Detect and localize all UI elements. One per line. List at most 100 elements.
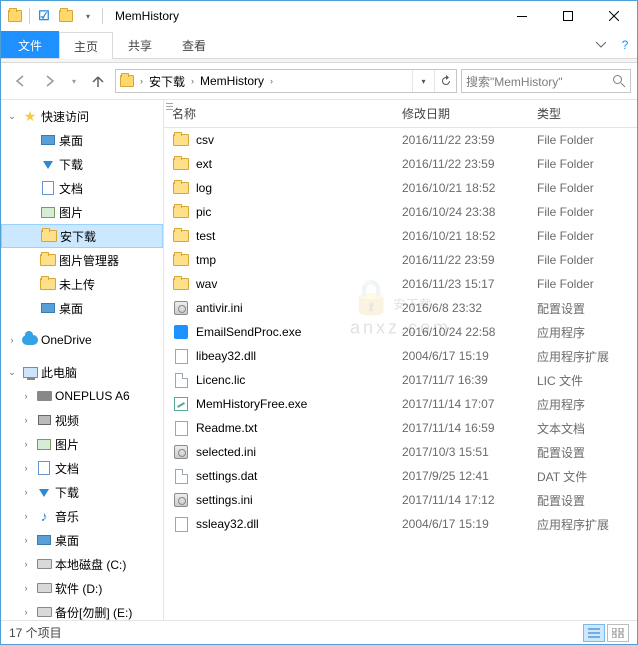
file-type: 应用程序 [529,324,637,341]
title-bar: ☑ ▾ MemHistory [1,1,637,31]
tree-oneplus[interactable]: ›ONEPLUS A6 [1,384,163,408]
folder-icon[interactable] [7,8,23,24]
tree-quick-access[interactable]: ⌄★快速访问 [1,104,163,128]
file-type: LIC 文件 [529,372,637,389]
file-type: 文本文档 [529,420,637,437]
file-name: log [196,181,212,195]
file-icon [172,371,190,389]
tab-home[interactable]: 主页 [59,32,113,59]
maximize-button[interactable] [545,1,591,31]
search-icon [612,74,626,88]
chevron-right-icon[interactable]: › [138,76,145,86]
file-row[interactable]: pic2016/10/24 23:38File Folder [164,200,637,224]
file-icon [172,443,190,461]
address-dropdown[interactable]: ▾ [412,70,434,92]
tree-documents[interactable]: 文档 [1,176,163,200]
tree-video[interactable]: ›视频 [1,408,163,432]
breadcrumb-item[interactable]: MemHistory [196,70,268,92]
dropdown-icon[interactable]: ▾ [80,8,96,24]
file-type: 配置设置 [529,492,637,509]
icons-view-button[interactable] [607,624,629,642]
address-bar[interactable]: › 安下载 › MemHistory › ▾ [115,69,457,93]
file-row[interactable]: settings.ini2017/11/14 17:12配置设置 [164,488,637,512]
tree-pictures[interactable]: 图片 [1,200,163,224]
file-date: 2017/11/7 16:39 [394,373,529,387]
tree-c-drive[interactable]: ›本地磁盘 (C:) [1,552,163,576]
tree-desktop3[interactable]: ›桌面 [1,528,163,552]
file-type: 应用程序 [529,396,637,413]
file-row[interactable]: tmp2016/11/22 23:59File Folder [164,248,637,272]
file-name: pic [196,205,211,219]
arrow-up-icon [91,74,105,88]
refresh-button[interactable] [434,70,456,92]
file-row[interactable]: wav2016/11/23 15:17File Folder [164,272,637,296]
minimize-icon [517,16,527,17]
file-name: libeay32.dll [196,349,256,363]
column-date[interactable]: 修改日期 [394,100,529,127]
column-name[interactable]: 名称 [164,100,394,127]
file-row[interactable]: EmailSendProc.exe2016/10/24 22:58应用程序 [164,320,637,344]
details-view-button[interactable] [583,624,605,642]
column-type[interactable]: 类型 [529,100,637,127]
tree-noupload[interactable]: 未上传 [1,272,163,296]
file-row[interactable]: ext2016/11/22 23:59File Folder [164,152,637,176]
tree-desktop2[interactable]: 桌面 [1,296,163,320]
close-button[interactable] [591,1,637,31]
tree-d-drive[interactable]: ›软件 (D:) [1,576,163,600]
tree-music[interactable]: ›♪音乐 [1,504,163,528]
tree-anxiazai[interactable]: 安下载 [1,224,163,248]
file-row[interactable]: ssleay32.dll2004/6/17 15:19应用程序扩展 [164,512,637,536]
file-rows[interactable]: csv2016/11/22 23:59File Folderext2016/11… [164,128,637,620]
file-type: 应用程序扩展 [529,516,637,533]
breadcrumb-item[interactable]: 安下载 [145,70,189,92]
search-input[interactable]: 搜索"MemHistory" [461,69,631,93]
up-button[interactable] [85,68,111,94]
file-date: 2017/10/3 15:51 [394,445,529,459]
file-icon [172,515,190,533]
file-name: settings.ini [196,493,253,507]
file-row[interactable]: MemHistoryFree.exe2017/11/14 17:07应用程序 [164,392,637,416]
folder-icon [116,75,138,87]
file-icon [172,323,190,341]
file-type: File Folder [529,205,637,219]
tree-documents2[interactable]: ›文档 [1,456,163,480]
tree-picmgr[interactable]: 图片管理器 [1,248,163,272]
tree-onedrive[interactable]: ›OneDrive [1,328,163,352]
file-row[interactable]: log2016/10/21 18:52File Folder [164,176,637,200]
file-date: 2017/11/14 17:07 [394,397,529,411]
help-icon[interactable]: ? [613,31,637,58]
folder-icon[interactable] [58,8,74,24]
file-type: File Folder [529,253,637,267]
tab-view[interactable]: 查看 [167,31,221,58]
tree-downloads[interactable]: 下载 [1,152,163,176]
forward-button[interactable] [37,68,63,94]
tree-pictures2[interactable]: ›图片 [1,432,163,456]
file-row[interactable]: libeay32.dll2004/6/17 15:19应用程序扩展 [164,344,637,368]
recent-dropdown[interactable]: ▾ [67,68,81,94]
tree-downloads2[interactable]: ›下载 [1,480,163,504]
tab-file[interactable]: 文件 [1,31,59,58]
minimize-button[interactable] [499,1,545,31]
navigation-pane[interactable]: ⌄★快速访问 桌面 下载 文档 图片 安下载 图片管理器 未上传 桌面 ›One… [1,100,164,620]
file-row[interactable]: test2016/10/21 18:52File Folder [164,224,637,248]
back-button[interactable] [7,68,33,94]
file-row[interactable]: selected.ini2017/10/3 15:51配置设置 [164,440,637,464]
file-icon [172,395,190,413]
file-row[interactable]: antivir.ini2016/6/8 23:32配置设置 [164,296,637,320]
file-row[interactable]: csv2016/11/22 23:59File Folder [164,128,637,152]
properties-icon[interactable]: ☑ [36,8,52,24]
tab-share[interactable]: 共享 [113,31,167,58]
column-headers: 名称 修改日期 类型 [164,100,637,128]
tree-this-pc[interactable]: ⌄此电脑 [1,360,163,384]
expand-ribbon-icon[interactable] [589,31,613,58]
file-row[interactable]: settings.dat2017/9/25 12:41DAT 文件 [164,464,637,488]
file-icon [172,155,190,173]
file-row[interactable]: Readme.txt2017/11/14 16:59文本文档 [164,416,637,440]
tree-e-drive[interactable]: ›备份[勿删] (E:) [1,600,163,620]
tree-desktop[interactable]: 桌面 [1,128,163,152]
chevron-right-icon[interactable]: › [189,76,196,86]
file-date: 2016/6/8 23:32 [394,301,529,315]
window-title: MemHistory [115,9,499,23]
chevron-right-icon[interactable]: › [268,76,275,86]
file-row[interactable]: Licenc.lic2017/11/7 16:39LIC 文件 [164,368,637,392]
